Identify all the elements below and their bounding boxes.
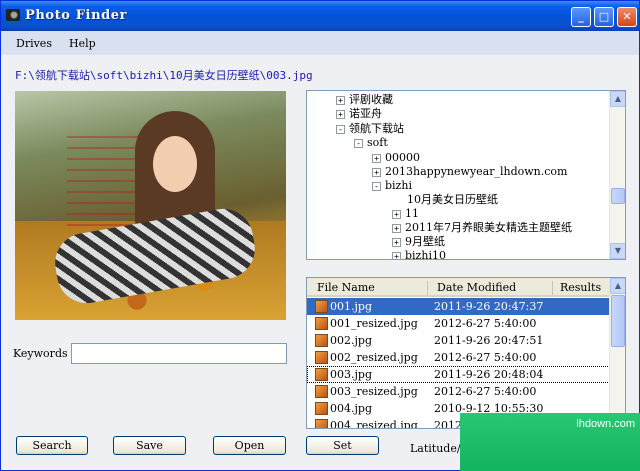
tree-scroll-thumb[interactable] xyxy=(611,188,625,204)
image-file-icon xyxy=(315,402,328,415)
expand-icon[interactable]: + xyxy=(392,251,401,259)
save-button[interactable]: Save xyxy=(113,436,186,455)
search-button[interactable]: Search xyxy=(16,436,88,455)
title-bar[interactable]: Photo Finder _ □ ✕ xyxy=(1,1,639,31)
file-list[interactable]: File Name Date Modified Results 001.jpg 2… xyxy=(306,277,626,429)
tree-item[interactable]: + 评剧收藏 xyxy=(336,93,393,107)
collapse-icon[interactable]: - xyxy=(372,181,381,191)
image-file-icon xyxy=(315,300,328,313)
watermark-text: lhdown.com xyxy=(576,418,635,430)
menu-bar: Drives Help xyxy=(1,31,639,55)
scroll-up-icon[interactable]: ▲ xyxy=(610,91,625,107)
photo-preview xyxy=(15,91,286,320)
open-button[interactable]: Open xyxy=(213,436,286,455)
folder-tree[interactable]: + 评剧收藏 + 诺亚舟 - 领航下载站 - soft +00000 +2013happ… xyxy=(306,90,626,260)
scroll-down-icon[interactable]: ▼ xyxy=(610,243,625,259)
scroll-up-icon[interactable]: ▲ xyxy=(610,278,625,294)
tree-item[interactable]: +00000 xyxy=(372,151,420,165)
tree-item[interactable]: + bizhi10 xyxy=(392,249,446,259)
photo-finder-window: Photo Finder _ □ ✕ Drives Help F:\领航下载站\… xyxy=(0,0,640,471)
image-file-icon xyxy=(315,317,328,330)
file-row[interactable]: 002_resized.jpg 2012-6-27 5:40:00 xyxy=(307,349,610,366)
maximize-button[interactable]: □ xyxy=(594,7,614,27)
image-file-icon xyxy=(315,334,328,347)
watermark-overlay: lhdown.com xyxy=(460,413,640,471)
collapse-icon[interactable]: - xyxy=(354,138,363,148)
tree-item[interactable]: +11 xyxy=(392,207,419,221)
image-file-icon xyxy=(315,385,328,398)
tree-item[interactable]: - bizhi xyxy=(372,179,412,193)
column-date-modified[interactable]: Date Modified xyxy=(437,281,516,294)
image-file-icon xyxy=(315,351,328,364)
maximize-icon: □ xyxy=(598,10,610,23)
tree-item[interactable]: - 领航下载站 xyxy=(336,122,404,136)
close-icon: ✕ xyxy=(622,10,632,23)
file-row[interactable]: 002.jpg 2011-9-26 20:47:51 xyxy=(307,332,610,349)
tree-item[interactable]: + 诺亚舟 xyxy=(336,107,382,121)
tree-item[interactable]: +2013happynewyear_lhdown.com xyxy=(372,165,567,179)
close-button[interactable]: ✕ xyxy=(617,7,637,27)
column-divider[interactable] xyxy=(427,281,428,295)
column-divider[interactable] xyxy=(552,281,553,295)
menu-help[interactable]: Help xyxy=(69,37,96,50)
file-list-scrollbar[interactable]: ▲ xyxy=(609,278,625,428)
file-list-scroll-thumb[interactable] xyxy=(611,295,625,347)
file-list-header: File Name Date Modified Results xyxy=(307,278,610,297)
image-file-icon xyxy=(315,368,328,381)
collapse-icon[interactable]: - xyxy=(336,124,345,134)
file-row[interactable]: 003_resized.jpg 2012-6-27 5:40:00 xyxy=(307,383,610,400)
column-results[interactable]: Results xyxy=(560,281,601,294)
tree-scrollbar[interactable]: ▲ ▼ xyxy=(609,91,625,259)
expand-icon[interactable]: + xyxy=(392,223,401,233)
expand-icon[interactable]: + xyxy=(372,153,381,163)
expand-icon[interactable]: + xyxy=(392,237,401,247)
file-row[interactable]: 001.jpg 2011-9-26 20:47:37 xyxy=(307,298,610,315)
tree-item-current-folder[interactable]: 10月美女日历壁纸 xyxy=(407,193,498,207)
current-path: F:\领航下载站\soft\bizhi\10月美女日历壁纸\003.jpg xyxy=(15,69,313,82)
tree-item[interactable]: +2011年7月养眼美女精选主题壁纸 xyxy=(392,221,572,235)
tree-item[interactable]: - soft xyxy=(354,136,388,150)
image-file-icon xyxy=(315,419,328,428)
window-title: Photo Finder xyxy=(25,8,128,23)
file-row[interactable]: 001_resized.jpg 2012-6-27 5:40:00 xyxy=(307,315,610,332)
minimize-button[interactable]: _ xyxy=(571,7,591,27)
minimize-icon: _ xyxy=(578,10,584,23)
expand-icon[interactable]: + xyxy=(372,167,381,177)
camera-icon xyxy=(6,9,20,21)
expand-icon[interactable]: + xyxy=(392,209,401,219)
menu-drives[interactable]: Drives xyxy=(16,37,52,50)
tree-item[interactable]: +9月壁纸 xyxy=(392,235,445,249)
expand-icon[interactable]: + xyxy=(336,95,345,105)
keywords-input[interactable] xyxy=(71,343,287,364)
column-file-name[interactable]: File Name xyxy=(317,281,375,294)
expand-icon[interactable]: + xyxy=(336,109,345,119)
photo-face xyxy=(153,136,197,192)
latitude-label: Latitude/ xyxy=(410,442,461,455)
keywords-label: Keywords xyxy=(13,347,68,360)
set-button[interactable]: Set xyxy=(306,436,379,455)
file-row[interactable]: 003.jpg 2011-9-26 20:48:04 xyxy=(307,366,610,383)
